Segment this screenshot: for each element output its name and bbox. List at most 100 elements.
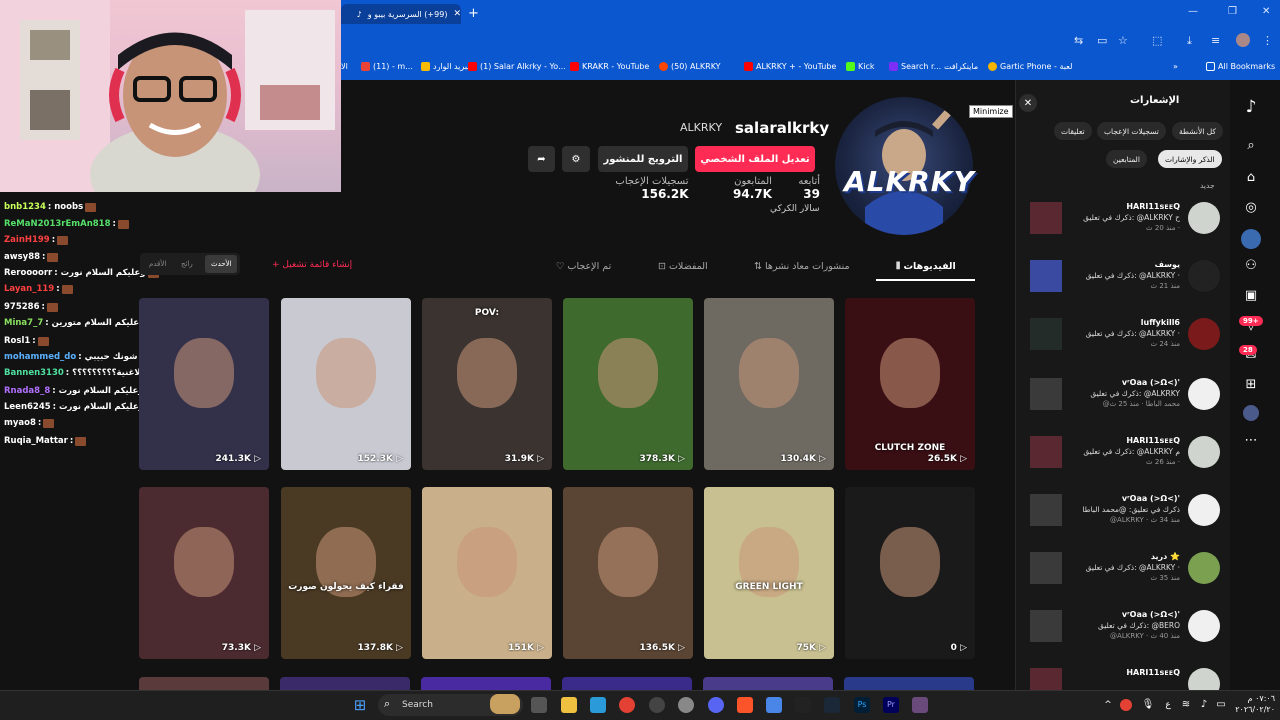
share-arrow-icon[interactable]: ➦ bbox=[528, 146, 555, 172]
chat-username[interactable]: ZainH199 bbox=[4, 235, 50, 245]
notification-user[interactable]: luffykill6 bbox=[1141, 318, 1180, 327]
user-avatar-icon[interactable] bbox=[1243, 405, 1259, 421]
video-card[interactable]: 241.3K ▷ bbox=[139, 298, 269, 470]
edit-profile-button[interactable]: تعديل الملف الشخصي bbox=[695, 146, 815, 172]
tab-close-icon[interactable]: ✕ bbox=[453, 9, 461, 19]
app-icon[interactable] bbox=[766, 697, 782, 713]
bookmark-item[interactable]: البريد الواردالا bbox=[341, 62, 348, 71]
taskbar-clock[interactable]: ٠٧:٠٦ م ٢٠٢٦/٠٢/٢٠ bbox=[1230, 693, 1275, 715]
new-tab-button[interactable]: + bbox=[468, 6, 479, 21]
more-bookmarks-icon[interactable]: » bbox=[1173, 62, 1178, 71]
chat-username[interactable]: Layan_119 bbox=[4, 284, 54, 294]
chrome-icon[interactable] bbox=[619, 697, 635, 713]
chat-username[interactable]: Leen6245 bbox=[4, 402, 51, 412]
bookmark-item[interactable]: (50) ALKRKY bbox=[659, 62, 721, 71]
bookmark-item[interactable]: (1) Salar Alkrky - Yo... bbox=[468, 62, 566, 71]
bookmark-star-icon[interactable]: ☆ bbox=[1118, 34, 1128, 47]
home-icon[interactable]: ⌂ bbox=[1241, 170, 1261, 190]
video-card[interactable]: GREEN LIGHT 75K ▷ bbox=[704, 487, 834, 659]
notification-item[interactable]: يوسف ذكرك في تعليق: @ALKRKY · منذ 21 ث bbox=[1025, 260, 1220, 314]
bookmark-item[interactable]: Gartic Phone - لعبة bbox=[988, 62, 1072, 71]
notification-avatar[interactable] bbox=[1188, 552, 1220, 584]
notification-item[interactable]: HARI11sᴇᴇQ bbox=[1025, 668, 1220, 690]
notification-thumbnail[interactable] bbox=[1030, 202, 1062, 234]
notification-user[interactable]: ᴠʳOaa (>Ω<)' bbox=[1122, 494, 1180, 503]
chip-all-activity[interactable]: كل الأنشطة bbox=[1172, 122, 1223, 140]
menu-icon[interactable]: ⋮ bbox=[1262, 34, 1273, 47]
video-card[interactable]: 130.4K ▷ bbox=[704, 298, 834, 470]
windows-start-icon[interactable]: ⊞ bbox=[352, 697, 368, 713]
language-icon[interactable]: ع bbox=[1160, 697, 1176, 713]
bookmark-item[interactable]: Kick bbox=[846, 62, 875, 71]
video-card[interactable]: فقراء كيف يحولون صورت 137.8K ▷ bbox=[281, 487, 411, 659]
task-view-icon[interactable] bbox=[531, 697, 547, 713]
chip-comments[interactable]: تعليقات bbox=[1054, 122, 1092, 140]
video-card[interactable]: CLUTCH ZONE 26.5K ▷ bbox=[845, 298, 975, 470]
store-icon[interactable] bbox=[590, 697, 606, 713]
notification-thumbnail[interactable] bbox=[1030, 610, 1062, 642]
upload-icon[interactable]: ⊞ bbox=[1241, 377, 1261, 397]
chat-username[interactable]: myao8 bbox=[4, 418, 36, 428]
close-notifications-icon[interactable]: ✕ bbox=[1019, 94, 1037, 112]
tray-chevron-icon[interactable]: ^ bbox=[1100, 697, 1116, 713]
notification-item[interactable]: دريد ⭐ ذكرك في تعليق: @ALKRKY · منذ 35 ث bbox=[1025, 552, 1220, 606]
bookmark-item[interactable]: Search r... bbox=[889, 62, 941, 71]
video-card[interactable]: 0 ▷ bbox=[845, 487, 975, 659]
profile-avatar[interactable] bbox=[1236, 33, 1250, 47]
chat-username[interactable]: bnb1234 bbox=[4, 202, 46, 212]
promote-post-button[interactable]: الترويج للمنشور bbox=[598, 146, 688, 172]
notification-thumbnail[interactable] bbox=[1030, 260, 1062, 292]
maximize-window-icon[interactable]: ❐ bbox=[1228, 6, 1237, 17]
video-card[interactable]: 378.3K ▷ bbox=[563, 298, 693, 470]
notification-item[interactable]: ᴠʳOaa (>Ω<)' ذكرك في تعليق: @محمد الباطا @… bbox=[1025, 494, 1220, 548]
notification-avatar[interactable] bbox=[1188, 378, 1220, 410]
bookmark-item[interactable]: ماينكرافت bbox=[944, 62, 978, 71]
notification-avatar[interactable] bbox=[1188, 610, 1220, 642]
file-explorer-icon[interactable] bbox=[561, 697, 577, 713]
notification-item[interactable]: HARI11sᴇᴇQ ذكرك في تعليق: @ALKRKY ح منذ 20… bbox=[1025, 202, 1220, 256]
steam-icon[interactable] bbox=[824, 697, 840, 713]
sort-latest[interactable]: الأحدث bbox=[211, 260, 232, 268]
notification-avatar[interactable] bbox=[1188, 668, 1220, 690]
browser-tab-active[interactable]: ✕ (99+) السرسرية بيبو و ♪ bbox=[341, 4, 461, 24]
chat-username[interactable]: ReMaN2013rEmAn818 bbox=[4, 219, 111, 229]
notification-user[interactable]: ᴠʳOaa (>Ω<)' bbox=[1122, 610, 1180, 619]
chip-mentions[interactable]: الذكر والإشارات bbox=[1158, 150, 1222, 168]
chat-username[interactable]: 975286 bbox=[4, 302, 40, 312]
tiktok-logo-icon[interactable]: ♪ bbox=[1241, 97, 1261, 117]
notification-thumbnail[interactable] bbox=[1030, 552, 1062, 584]
wifi-icon[interactable]: ≋ bbox=[1178, 697, 1194, 713]
tray-app-icon[interactable] bbox=[1120, 699, 1132, 711]
chip-followers[interactable]: المتابعين bbox=[1106, 150, 1147, 168]
notification-item[interactable]: ᴠʳOaa (>Ω<)' ذكرك في تعليق: @BERO @ALKRKY … bbox=[1025, 610, 1220, 664]
photoshop-icon[interactable]: Ps bbox=[854, 697, 870, 713]
download-icon[interactable]: ⤓ bbox=[1187, 34, 1192, 48]
chat-username[interactable]: Ruqia_Mattar bbox=[4, 436, 68, 446]
video-card[interactable]: 136.5K ▷ bbox=[563, 487, 693, 659]
battery-icon[interactable]: ▭ bbox=[1213, 697, 1229, 713]
profile-avatar-icon[interactable] bbox=[1241, 229, 1261, 249]
following-count[interactable]: أتابعه 39 bbox=[782, 176, 820, 201]
translate-icon[interactable]: ⇆ bbox=[1074, 34, 1083, 47]
settings-gear-icon[interactable]: ⚙ bbox=[562, 146, 590, 172]
notification-thumbnail[interactable] bbox=[1030, 494, 1062, 526]
video-card[interactable]: 152.3K ▷ bbox=[281, 298, 411, 470]
extensions-icon[interactable]: ⬚ bbox=[1152, 34, 1162, 47]
premiere-icon[interactable]: Pr bbox=[883, 697, 899, 713]
notification-thumbnail[interactable] bbox=[1030, 436, 1062, 468]
notification-user[interactable]: دريد ⭐ bbox=[1151, 552, 1180, 561]
notification-user[interactable]: HARI11sᴇᴇQ bbox=[1126, 668, 1180, 677]
app-icon[interactable] bbox=[678, 697, 694, 713]
all-bookmarks[interactable]: All Bookmarks bbox=[1206, 62, 1275, 71]
chat-username[interactable]: Rosl1 bbox=[4, 336, 30, 346]
notification-user[interactable]: HARI11sᴇᴇQ bbox=[1126, 202, 1180, 211]
chat-username[interactable]: Reroooorr bbox=[4, 268, 52, 278]
microphone-icon[interactable]: 🎙 bbox=[1140, 697, 1156, 713]
capcut-icon[interactable] bbox=[795, 697, 811, 713]
notification-avatar[interactable] bbox=[1188, 436, 1220, 468]
video-card[interactable]: 151K ▷ bbox=[422, 487, 552, 659]
notification-avatar[interactable] bbox=[1188, 494, 1220, 526]
notification-avatar[interactable] bbox=[1188, 318, 1220, 350]
tab-search-icon[interactable]: ≡ bbox=[1211, 34, 1220, 47]
notification-avatar[interactable] bbox=[1188, 202, 1220, 234]
